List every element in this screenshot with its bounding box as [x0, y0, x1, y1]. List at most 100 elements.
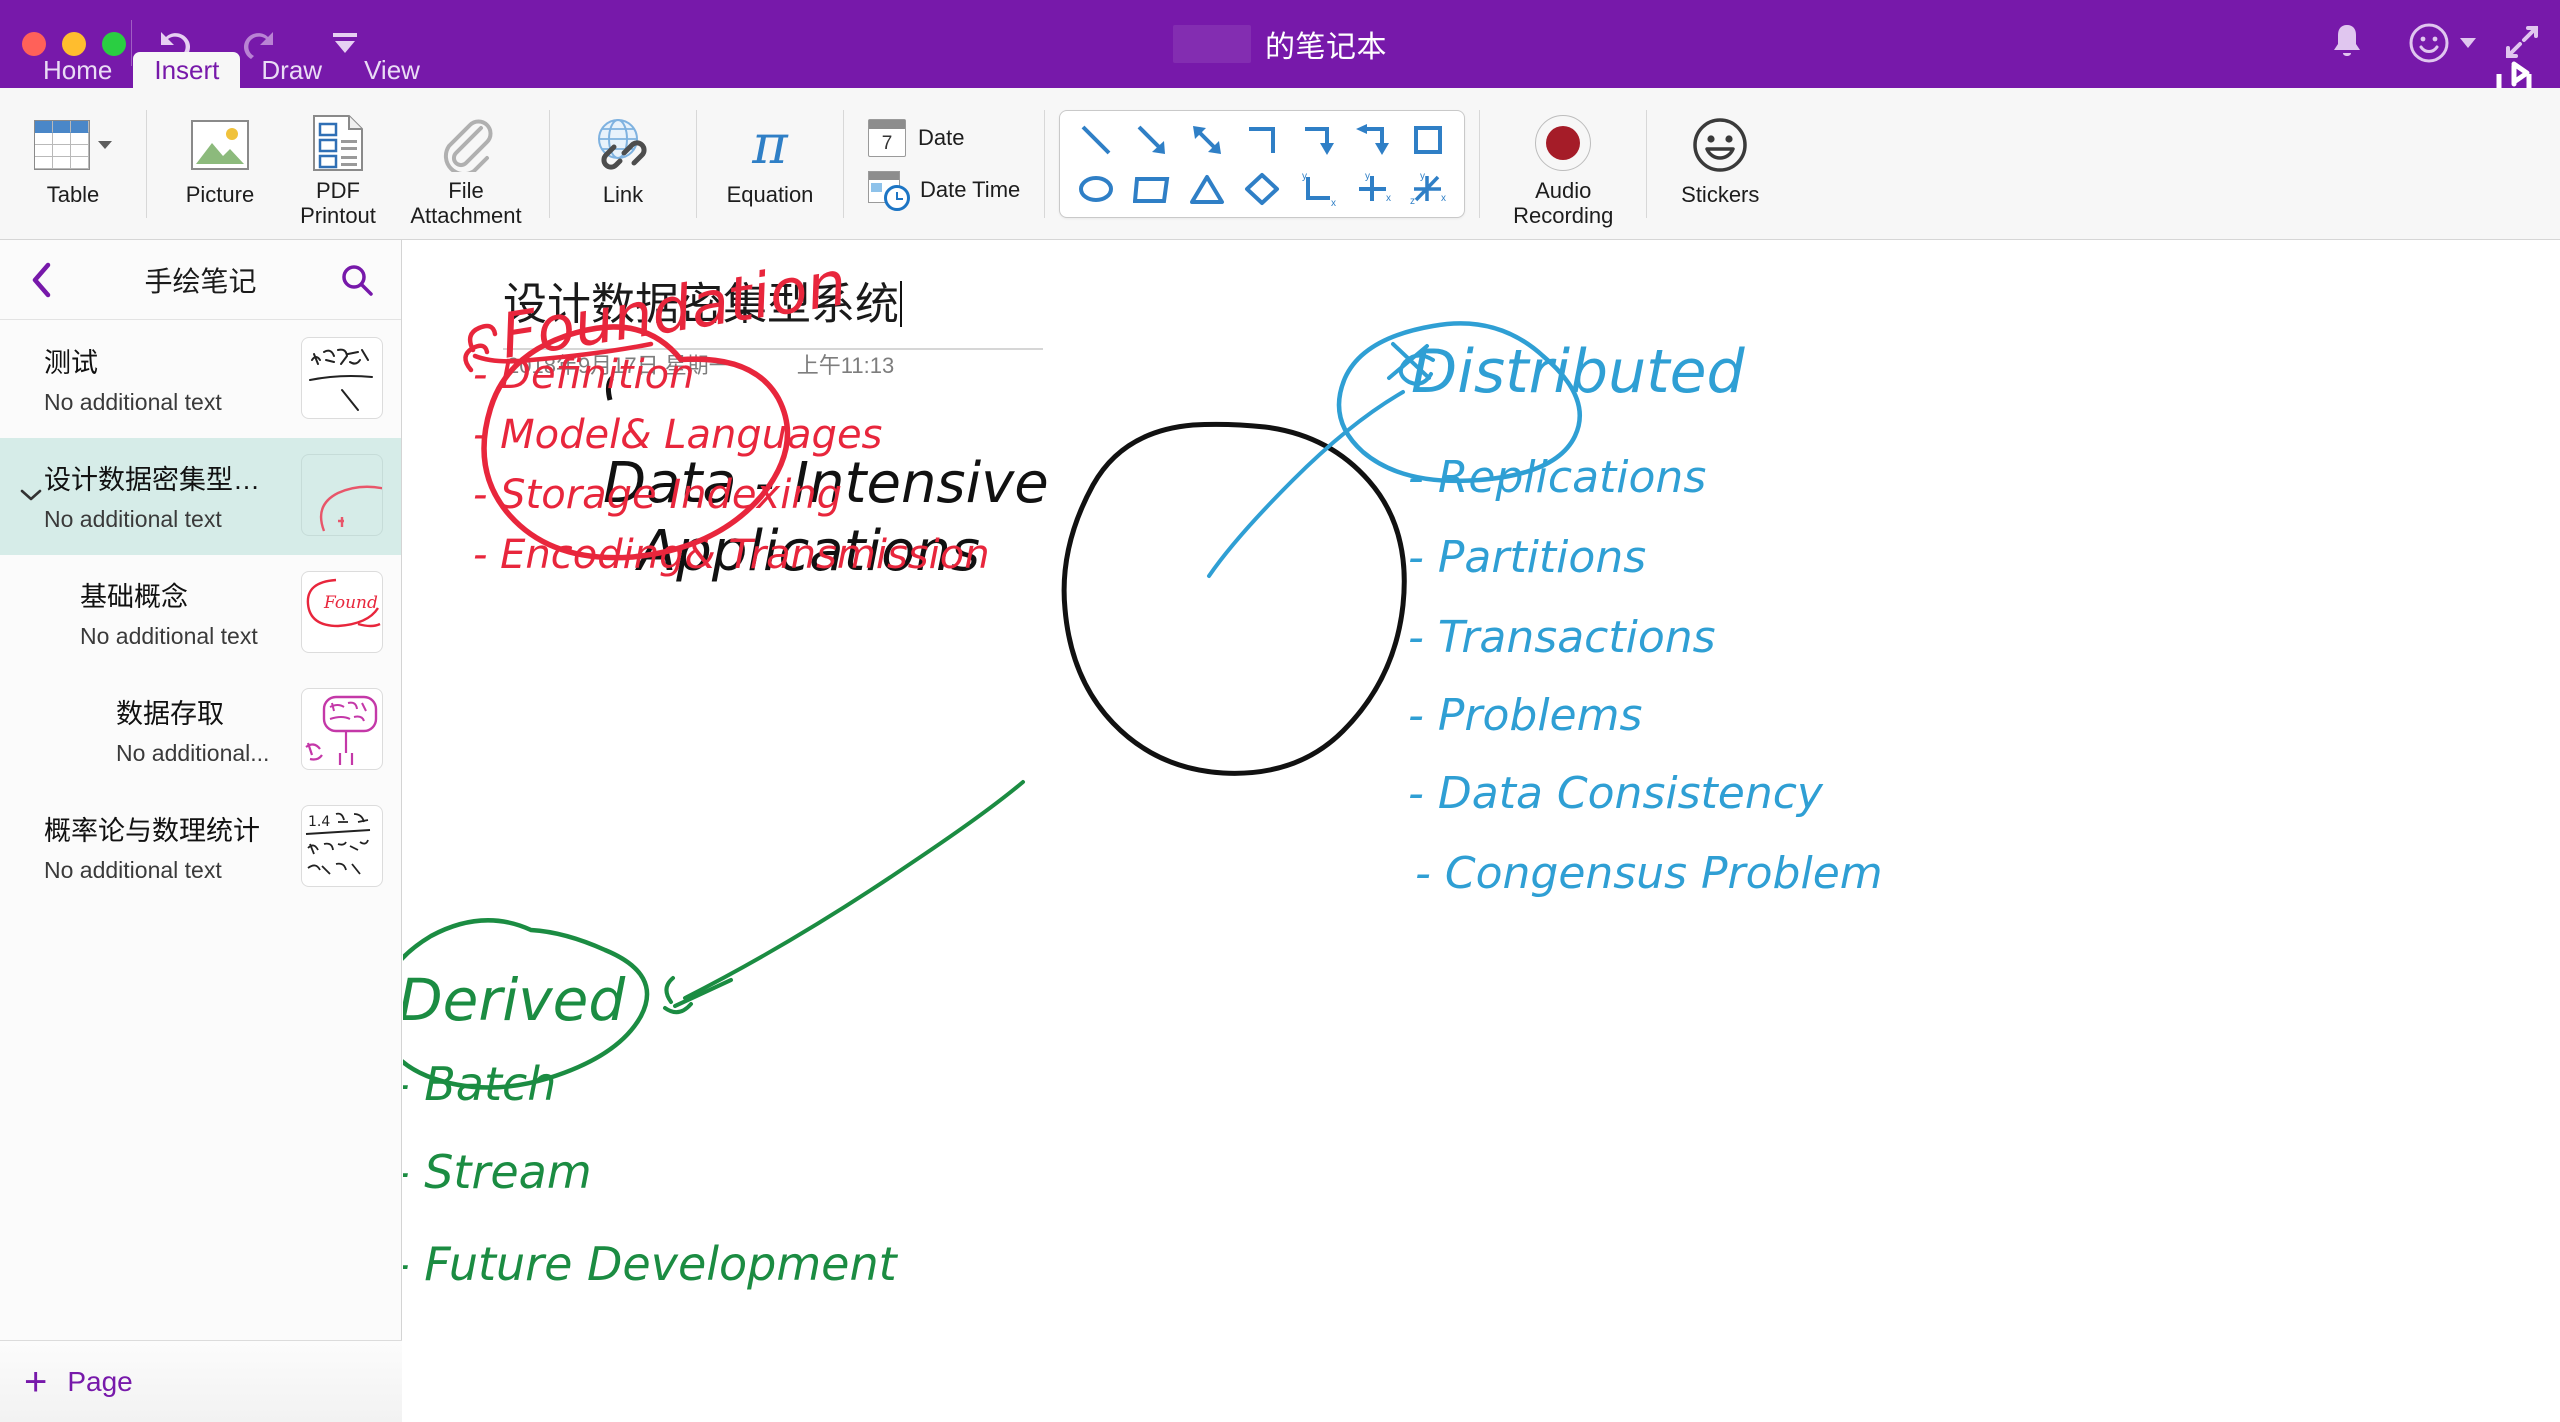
page-thumbnail: Found [301, 571, 383, 653]
insert-equation-button[interactable]: π Equation [711, 99, 829, 229]
ribbon-group-datetime: 7 Date Date Time [844, 88, 1044, 240]
svg-text:π: π [751, 117, 789, 173]
ribbon-tab-strip: Home Insert Draw View [0, 52, 2560, 88]
sidebar-item-ceshi[interactable]: 测试 No additional text [0, 321, 401, 438]
page-title-text: 基础概念 [80, 581, 188, 612]
tab-draw[interactable]: Draw [240, 52, 343, 88]
ink-distributed-heading: Distributed [1411, 337, 1746, 407]
page-thumbnail [301, 688, 383, 770]
shape-axes-xy-corner[interactable]: yx [1292, 167, 1344, 211]
shape-line-diagonal[interactable] [1070, 118, 1122, 162]
page-subtitle-text: No additional text [44, 505, 222, 532]
page-list: 测试 No additional text 设计数据密集型… No additi… [0, 321, 401, 1340]
ink-distributed-item-0: - Replications [1408, 452, 1706, 503]
page-subtitle-text: No additional text [44, 388, 222, 415]
insert-date-time-button[interactable]: Date Time [868, 171, 1021, 211]
shape-square[interactable] [1402, 118, 1454, 162]
stickers-label: Stickers [1681, 182, 1760, 207]
insert-link-button[interactable]: Link [564, 99, 682, 229]
page-subtitle-text: No additional... [116, 739, 270, 766]
page-subtitle-text: No additional text [80, 622, 258, 649]
shape-elbow-arrow-down[interactable] [1292, 118, 1344, 162]
audio-recording-button[interactable]: Audio Recording [1494, 99, 1632, 229]
shape-ellipse[interactable] [1070, 167, 1122, 211]
ribbon-group-audio: Audio Recording [1480, 88, 1646, 240]
insert-date-time-label: Date Time [920, 177, 1021, 202]
insert-table-button[interactable]: Table [14, 99, 132, 229]
svg-text:Found: Found [323, 593, 378, 613]
chevron-down-icon[interactable] [2460, 38, 2476, 48]
ribbon-group-equation: π Equation [697, 88, 843, 240]
svg-text:x: x [1331, 198, 1336, 207]
svg-text:x: x [1386, 193, 1391, 204]
insert-picture-button[interactable]: Picture [161, 99, 279, 229]
add-page-label: Page [67, 1365, 133, 1397]
sidebar-item-design-data-intensive[interactable]: 设计数据密集型… No additional text [0, 438, 401, 555]
sidebar-item-data-access[interactable]: 数据存取 No additional... [0, 672, 401, 789]
ribbon-toolbar: Table Picture PDF Printout File Attachme… [0, 88, 2560, 240]
insert-date-button[interactable]: 7 Date [868, 119, 1020, 157]
ink-distributed-item-2: - Transactions [1408, 612, 1716, 663]
calendar-clock-icon [868, 171, 910, 211]
link-icon [598, 119, 647, 170]
tab-insert[interactable]: Insert [133, 52, 241, 88]
shape-elbow-arrow-double[interactable] [1347, 118, 1399, 162]
calendar-icon: 7 [868, 119, 906, 157]
smiley-outline-icon [1693, 118, 1748, 172]
page-title-text: 测试 [44, 347, 98, 378]
insert-pdf-printout-button[interactable]: PDF Printout [279, 99, 397, 229]
page-thumbnail: 1.4 [301, 805, 383, 887]
insert-link-label: Link [602, 182, 644, 207]
ribbon-group-table: Table [0, 88, 146, 240]
shape-arrow-double-diagonal[interactable] [1181, 118, 1233, 162]
tab-home[interactable]: Home [22, 52, 133, 88]
shape-axes-xyz[interactable]: y x z [1402, 167, 1454, 211]
file-attachment-label-line2: Attachment [410, 203, 522, 229]
ink-derived-heading: Derived [403, 966, 626, 1034]
ink-drawing-layer[interactable]: Data - Intensive Applications Foundation… [403, 240, 2560, 1422]
page-subtitle-text: No additional text [44, 856, 222, 883]
page-title-text: 概率论与数理统计 [44, 815, 260, 846]
picture-icon [191, 120, 249, 170]
shape-triangle[interactable] [1181, 167, 1233, 211]
ink-derived-item-0: - Batch [403, 1057, 556, 1111]
shape-diamond[interactable] [1236, 167, 1288, 211]
note-canvas[interactable]: 设计数据密集型系统 2018年9月17日 星期一 上午11:13 Data - … [403, 240, 2560, 1422]
shape-axes-cross-xy[interactable]: yx [1347, 167, 1399, 211]
add-page-button[interactable]: + Page [0, 1340, 402, 1422]
ribbon-group-shapes: yx yx yxz [1045, 88, 1479, 240]
ink-foundation-item-3: - Encoding& Transmission [473, 532, 990, 578]
insert-file-attachment-button[interactable]: File Attachment [397, 99, 535, 229]
shape-parallelogram[interactable] [1126, 167, 1178, 211]
insert-date-label: Date [918, 125, 965, 150]
svg-text:x: x [1441, 193, 1446, 204]
sidebar-item-basic-concepts[interactable]: 基础概念 No additional text Found [0, 555, 401, 672]
shapes-gallery[interactable]: yx yx yxz [1059, 110, 1466, 218]
sidebar-item-probability-statistics[interactable]: 概率论与数理统计 No additional text 1.4 [0, 789, 401, 906]
svg-text:1.4: 1.4 [308, 814, 330, 830]
tab-view[interactable]: View [343, 52, 441, 88]
shape-arrow-diagonal-down[interactable] [1126, 118, 1178, 162]
chevron-down-icon[interactable] [98, 141, 112, 149]
pi-icon: π [751, 117, 789, 173]
file-attachment-label-line1: File [448, 178, 484, 204]
ink-derived-items: - Batch - Stream - Future Development [403, 1057, 899, 1291]
shapes-row-2: yx yx yxz [1070, 166, 1454, 211]
ink-derived-item-1: - Stream [403, 1145, 592, 1199]
title-bar: 的笔记本 Home Insert Draw View [0, 0, 2560, 95]
search-icon[interactable] [335, 258, 379, 302]
page-title-text: 数据存取 [116, 698, 224, 729]
chevron-down-icon[interactable] [18, 488, 44, 502]
table-icon [34, 120, 112, 170]
ribbon-group-media: Picture PDF Printout File Attachment [147, 88, 549, 240]
ink-distributed-item-3: - Problems [1408, 690, 1642, 741]
record-icon [1535, 115, 1592, 172]
insert-picture-label: Picture [185, 182, 255, 207]
ink-distributed-items: - Replications - Partitions - Transactio… [1408, 452, 1883, 899]
stickers-button[interactable]: Stickers [1661, 99, 1779, 229]
pdf-icon [313, 115, 363, 172]
page-thumbnail [301, 454, 383, 536]
back-icon[interactable] [20, 258, 64, 302]
pdf-printout-label-line1: PDF [315, 178, 360, 204]
shape-elbow-connector[interactable] [1236, 118, 1288, 162]
